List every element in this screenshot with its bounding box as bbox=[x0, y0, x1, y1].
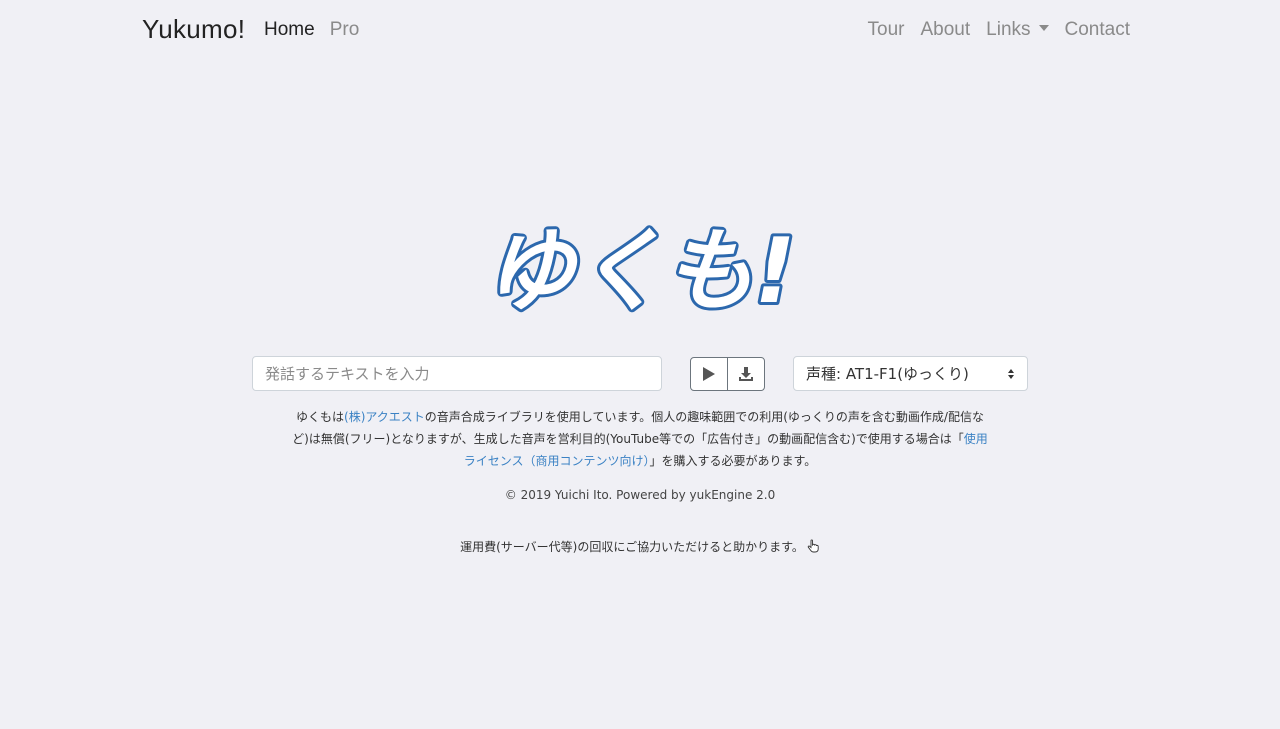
nav-right: Tour About Links Contact bbox=[868, 19, 1130, 41]
playback-button-group bbox=[690, 357, 765, 391]
play-button[interactable] bbox=[691, 358, 727, 390]
info-text-3: 」を購入する必要があります。 bbox=[649, 454, 817, 468]
caret-down-icon bbox=[1038, 24, 1049, 31]
license-info: ゆくもは(株)アクエストの音声合成ライブラリを使用しています。個人の趣味範囲での… bbox=[290, 406, 990, 472]
download-icon bbox=[739, 367, 753, 381]
nav-home[interactable]: Home bbox=[264, 19, 315, 41]
brand-logo[interactable]: Yukumo! bbox=[142, 14, 245, 45]
speech-text-input[interactable] bbox=[252, 356, 662, 391]
aquest-link[interactable]: (株)アクエスト bbox=[344, 410, 425, 424]
donate-message: 運用費(サーバー代等)の回収にご協力いただけると助かります。 bbox=[0, 538, 1280, 556]
donate-text: 運用費(サーバー代等)の回収にご協力いただけると助かります。 bbox=[460, 540, 804, 554]
logo-text: ゆくも! bbox=[484, 219, 795, 324]
yukumo-logo: ゆくも! bbox=[481, 218, 798, 327]
nav-pro[interactable]: Pro bbox=[330, 19, 360, 41]
select-arrows-icon bbox=[1008, 368, 1014, 379]
download-button[interactable] bbox=[727, 358, 764, 390]
nav-tour[interactable]: Tour bbox=[868, 19, 905, 41]
nav-about[interactable]: About bbox=[921, 19, 971, 41]
nav-links-label: Links bbox=[986, 19, 1031, 40]
voice-type-value: 声種: AT1-F1(ゆっくり) bbox=[806, 365, 969, 383]
nav-links-dropdown[interactable]: Links bbox=[986, 19, 1049, 41]
nav-left: Home Pro bbox=[264, 19, 359, 41]
info-text-1: ゆくもは bbox=[296, 410, 345, 424]
navbar: Yukumo! Home Pro Tour About Links Contac… bbox=[0, 0, 1280, 62]
play-icon bbox=[703, 367, 715, 381]
voice-type-select[interactable]: 声種: AT1-F1(ゆっくり) bbox=[793, 356, 1028, 391]
copyright: © 2019 Yuichi Ito. Powered by yukEngine … bbox=[504, 488, 776, 502]
nav-contact[interactable]: Contact bbox=[1065, 19, 1130, 41]
pointing-hand-icon[interactable] bbox=[806, 539, 820, 556]
